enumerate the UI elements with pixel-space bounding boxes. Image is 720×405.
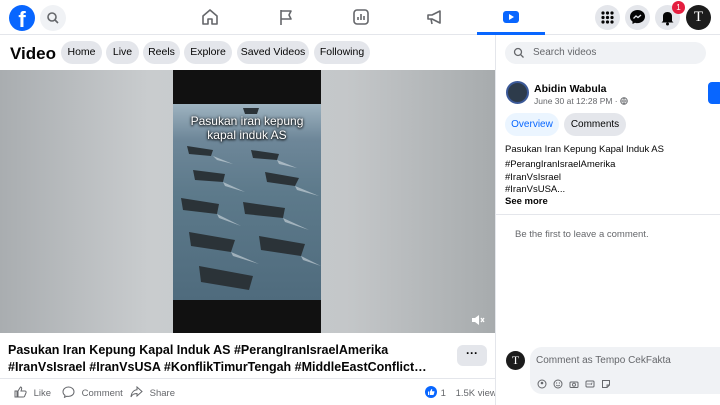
reaction-count: 1 [440,388,446,399]
messenger-button[interactable] [625,5,650,30]
video-icon[interactable] [500,6,522,28]
see-more-link[interactable]: See more [505,196,548,207]
video-subnav: Video Home Live Reels Explore Saved Vide… [0,36,495,70]
megaphone-icon[interactable] [424,6,446,28]
comment-label: Comment [81,388,123,399]
pill-explore[interactable]: Explore [184,41,232,64]
menu-grid-icon [601,11,614,24]
author-avatar[interactable] [506,81,529,104]
emoji-icon[interactable] [553,379,563,389]
share-button[interactable]: Share [130,385,175,399]
post-date-text: June 30 at 12:28 PM · [534,96,620,106]
pill-reels[interactable]: Reels [143,41,180,64]
search-button[interactable] [40,5,66,31]
overlay-line-1: Pasukan iran kepung [190,114,304,128]
facebook-logo[interactable]: f [9,5,35,32]
video-overlay-caption: Pasukan iran kepung kapal induk AS [173,114,321,142]
share-icon [130,385,143,398]
gif-icon[interactable] [585,379,595,389]
pill-live[interactable]: Live [106,41,139,64]
no-comments-message: Be the first to leave a comment. [515,229,649,240]
post-description: Pasukan Iran Kepung Kapal Induk AS [505,144,664,155]
commenter-avatar: T [506,351,525,370]
like-label: Like [33,388,52,399]
comment-icon [62,386,75,399]
tab-overview[interactable]: Overview [505,113,559,136]
flag-icon[interactable] [275,6,297,28]
like-reaction-icon [425,386,437,398]
messenger-icon [630,10,645,24]
top-navigation-bar: f 1 T [0,0,720,35]
pill-saved-videos[interactable]: Saved Videos [237,41,309,64]
hashtag-list: #PerangIranIsraelAmerika #IranVsIsrael #… [505,159,615,197]
hashtag-3[interactable]: #IranVsUSA... [505,184,615,197]
menu-button[interactable] [595,5,620,30]
hashtag-1[interactable]: #PerangIranIsraelAmerika [505,159,615,172]
home-icon[interactable] [199,6,221,28]
camera-icon[interactable] [569,379,579,389]
search-videos-input[interactable]: Search videos [505,42,706,64]
video-player[interactable]: Pasukan iran kepung kapal induk AS [0,70,495,333]
comment-placeholder: Comment as Tempo CekFakta [536,355,671,366]
tab-comments[interactable]: Comments [564,113,626,136]
pill-home[interactable]: Home [61,41,102,64]
video-details-panel: Search videos Abidin Wabula June 30 at 1… [495,35,720,405]
search-icon [513,47,524,58]
notification-badge: 1 [672,1,685,14]
sticker-icon[interactable] [601,379,611,389]
mute-icon[interactable] [470,312,486,328]
divider [0,378,495,379]
marketplace-icon[interactable] [350,6,372,28]
video-frame[interactable]: Pasukan iran kepung kapal induk AS [173,70,321,333]
pill-following[interactable]: Following [314,41,370,64]
follow-button-edge[interactable] [708,82,720,104]
globe-icon [620,97,628,105]
divider [496,214,720,215]
hashtag-2[interactable]: #IranVsIsrael [505,172,615,185]
reaction-summary[interactable]: 1 1.5K views [425,386,502,399]
search-icon [47,12,59,24]
like-icon [14,386,27,398]
video-title: Pasukan Iran Kepung Kapal Induk AS #Pera… [8,342,448,376]
author-name[interactable]: Abidin Wabula [534,83,607,95]
more-options-button[interactable]: ··· [457,345,487,366]
overlay-line-2: kapal induk AS [207,128,287,142]
like-button[interactable]: Like [14,386,51,399]
post-date: June 30 at 12:28 PM · [534,96,628,106]
share-label: Share [149,388,175,399]
video-title-line-1: Pasukan Iran Kepung Kapal Induk AS #Pera… [8,343,389,357]
page-title: Video [10,44,56,63]
comment-button[interactable]: Comment [62,386,123,399]
profile-avatar[interactable]: T [686,5,711,30]
avatar-sticker-icon[interactable] [537,379,547,389]
video-title-line-2: #IranVsIsrael #IranVsUSA #KonflikTimurTe… [8,360,427,374]
comment-input[interactable]: Comment as Tempo CekFakta [530,347,720,394]
